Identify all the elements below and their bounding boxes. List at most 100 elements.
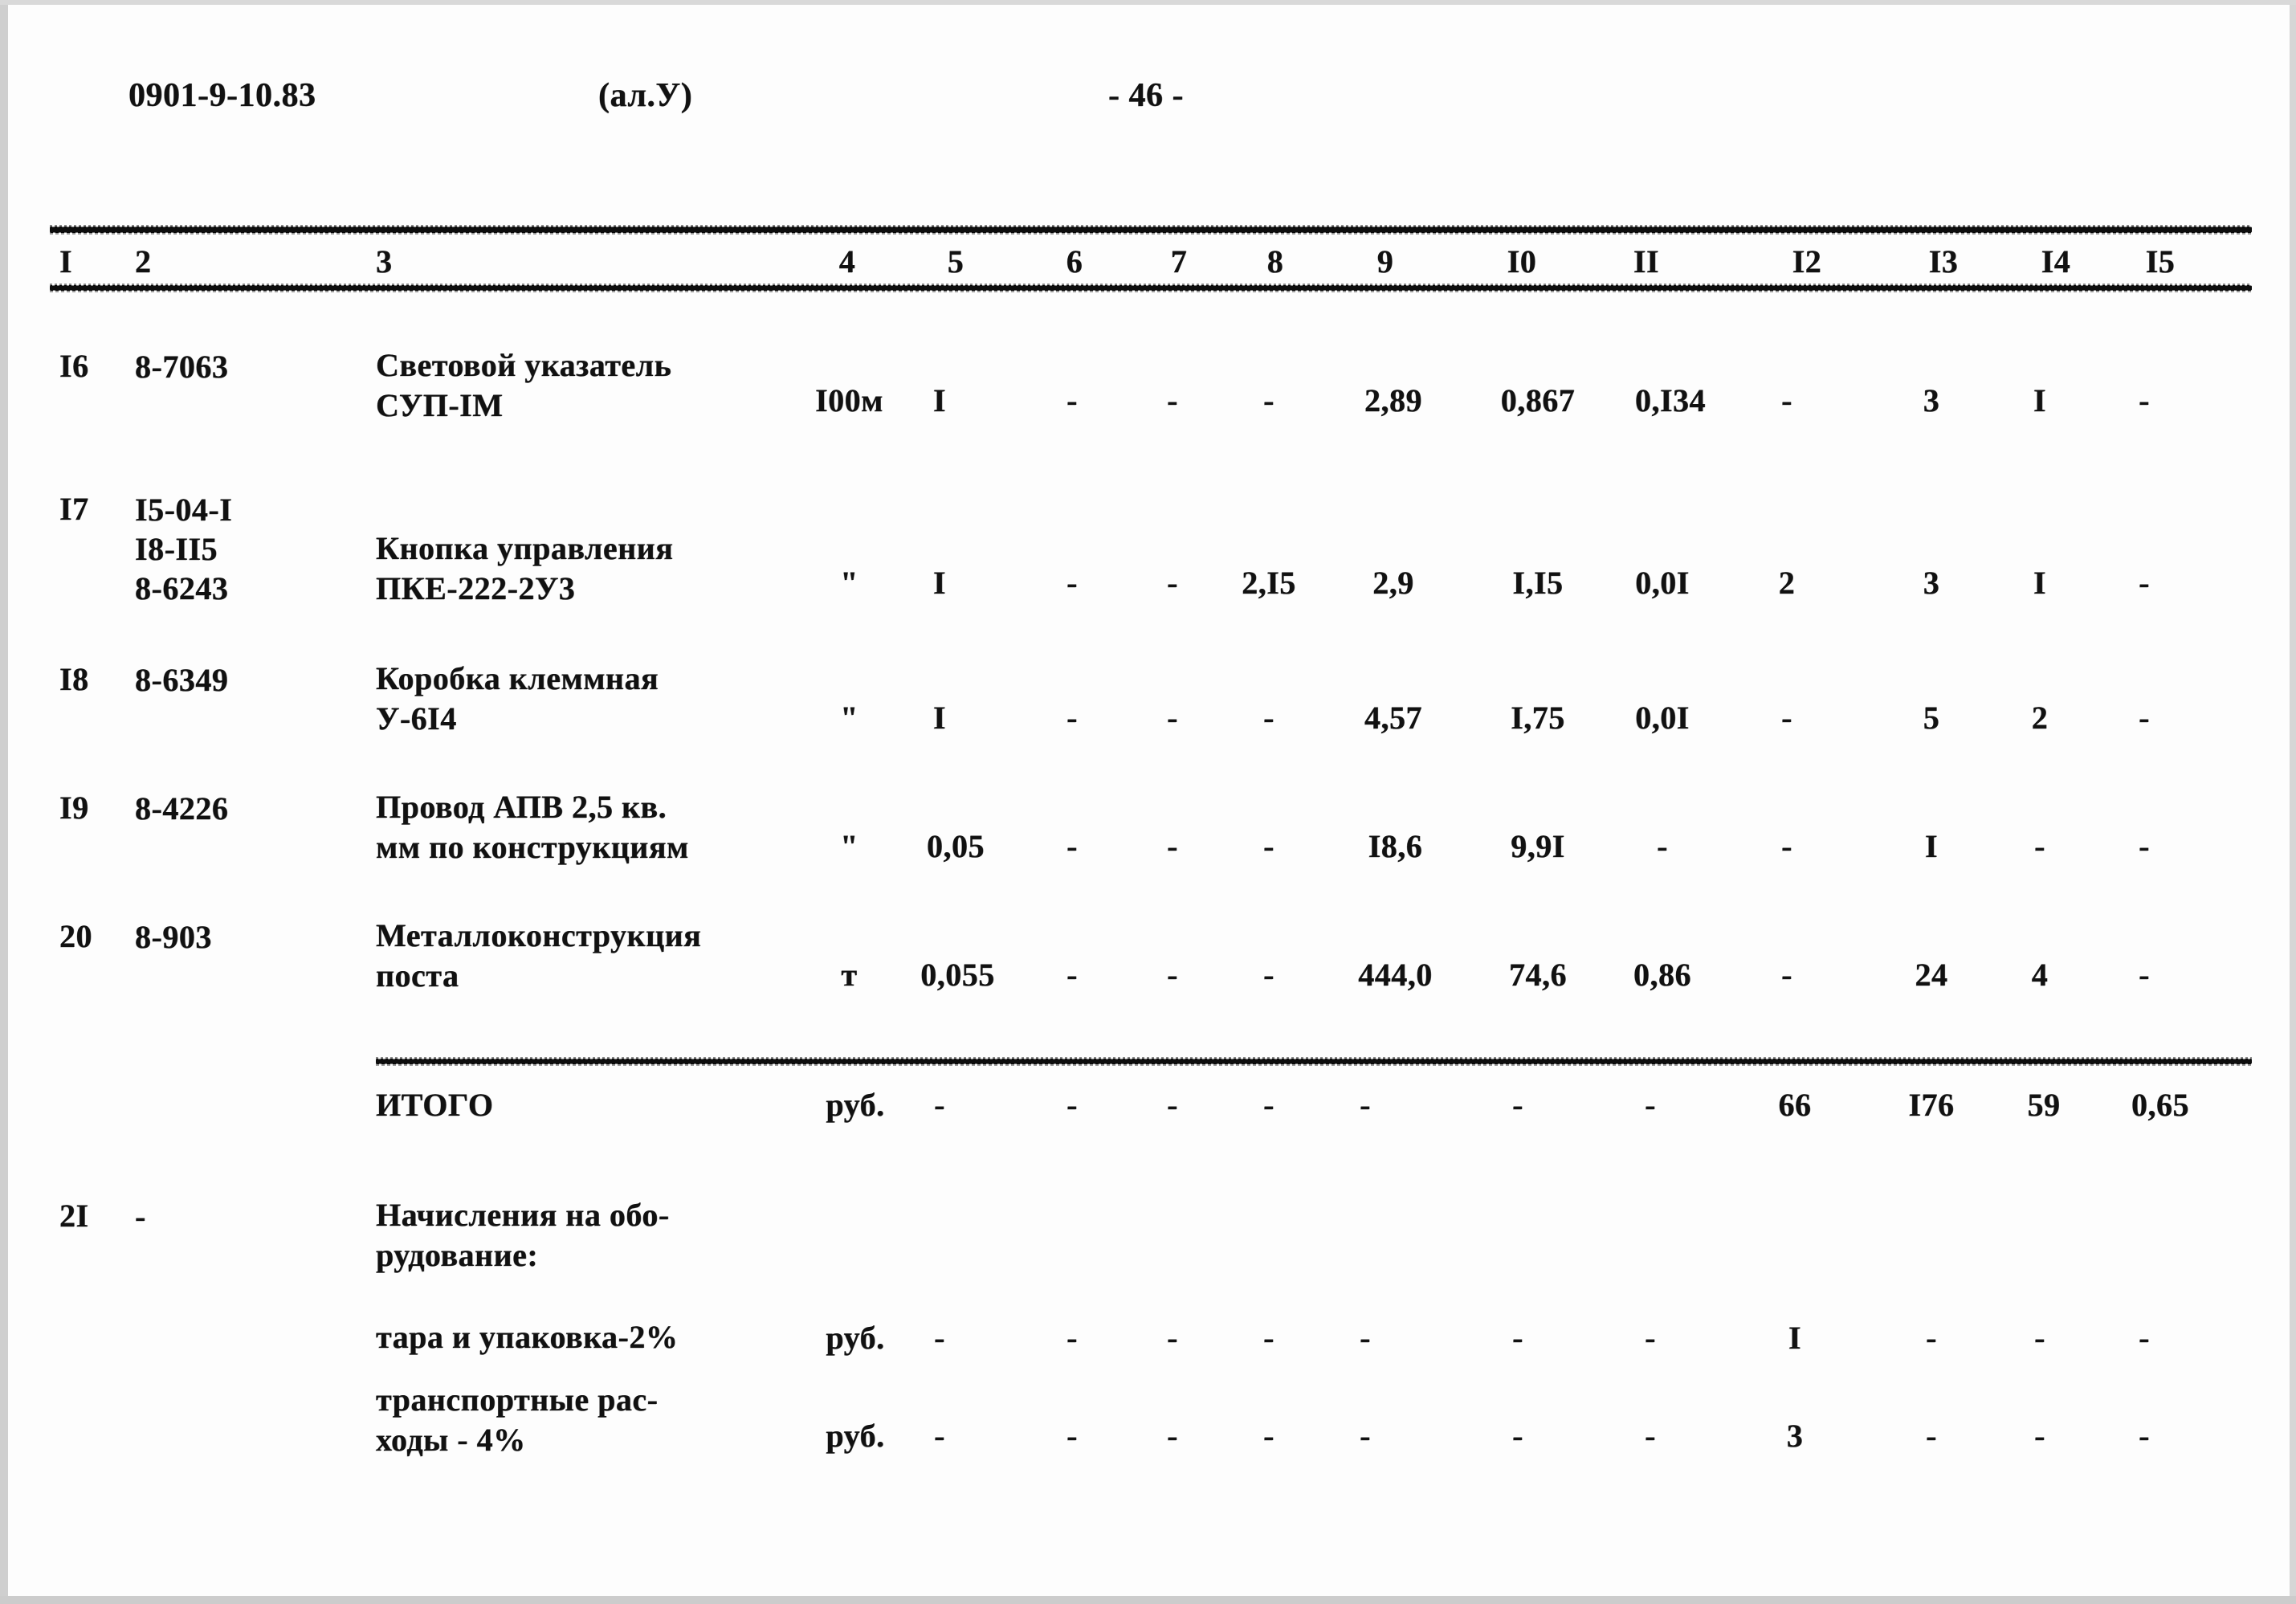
row-19-col-6: - (1066, 828, 1078, 864)
surcharge-1-col-12: I (1788, 1320, 1802, 1356)
row-17-col-12: 2 (1778, 565, 1796, 601)
surcharge-1-col-11: - (1645, 1320, 1656, 1356)
row-19-col-13: I (1924, 828, 1939, 864)
desc-line: мм по конструкциям (376, 829, 689, 865)
surcharge-1-col-4: руб. (826, 1320, 885, 1356)
col-header-6: 6 (1066, 243, 1083, 280)
table-row: I8 (59, 661, 89, 697)
total-col-12: 66 (1778, 1087, 1812, 1123)
total-col-15: 0,65 (2131, 1087, 2189, 1123)
desc-line: Кнопка управления (376, 530, 674, 566)
col-header-3: 3 (376, 243, 393, 280)
surcharge-2-col-10: - (1512, 1418, 1523, 1454)
row-16-col-10: 0,867 (1500, 382, 1576, 418)
surcharge-line-2-label: транспортные рас- ходы - 4% (376, 1380, 874, 1460)
desc-line: поста (376, 957, 459, 994)
document-page: 0901-9-10.83 (ал.У) - 46 - I 2 3 4 5 6 7… (0, 0, 2296, 1604)
row-18-col-4: " (840, 700, 858, 736)
surcharge-1-col-14: - (2034, 1320, 2045, 1356)
row-description-18: Коробка клеммная У-6I4 (376, 659, 826, 739)
table-row: I6 (59, 348, 89, 384)
col-header-11: II (1633, 243, 1660, 280)
row-19-col-10: 9,9I (1511, 828, 1565, 864)
row-20-col-8: - (1263, 957, 1274, 993)
row-17-col-4: " (840, 565, 858, 601)
row-18-col-6: - (1066, 700, 1078, 736)
code-line: I8-II5 (135, 531, 218, 567)
code-line: 8-6243 (135, 570, 229, 606)
surcharge-1-col-13: - (1926, 1320, 1937, 1356)
row-16-col-4: I00м (815, 382, 883, 418)
row-18-col-15: - (2139, 700, 2150, 736)
row-16-col-15: - (2139, 382, 2150, 418)
col-header-10: I0 (1507, 243, 1537, 280)
row-16-col-8: - (1263, 382, 1274, 418)
row-20-col-9: 444,0 (1358, 957, 1433, 993)
row-20-col-13: 24 (1915, 957, 1948, 993)
surcharge-2-col-5: - (934, 1418, 945, 1454)
row-18-col-5: I (932, 700, 947, 736)
table-row: 20 (59, 918, 92, 954)
row-16-col-7: - (1167, 382, 1178, 418)
surcharge-1-col-10: - (1512, 1320, 1523, 1356)
total-col-13: I76 (1908, 1087, 1955, 1123)
row-16-col-13: 3 (1923, 382, 1940, 418)
surcharge-title: Начисления на обо- рудование: (376, 1195, 826, 1275)
surcharge-2-col-15: - (2139, 1418, 2150, 1454)
desc-line: Провод АПВ 2,5 кв. (376, 789, 667, 825)
row-17-col-15: - (2139, 565, 2150, 601)
row-description-16: Световой указатель СУП-IМ (376, 345, 826, 426)
row-18-col-11: 0,0I (1635, 700, 1690, 736)
surcharge-2-col-8: - (1263, 1418, 1274, 1454)
col-header-8: 8 (1266, 243, 1284, 280)
col-header-5: 5 (947, 243, 964, 280)
table-row: I7 (59, 491, 89, 527)
row-20-col-11: 0,86 (1633, 957, 1691, 993)
desc-line: У-6I4 (376, 700, 457, 737)
total-label: ИТОГО (376, 1087, 494, 1123)
desc-line: транспортные рас- (376, 1382, 659, 1418)
row-description-17: Кнопка управления ПКЕ-222-2У3 (376, 529, 826, 609)
row-19-col-8: - (1263, 828, 1274, 864)
row-20-col-6: - (1066, 957, 1078, 993)
row-18-col-14: 2 (2031, 700, 2049, 736)
surcharge-row-number: 2I (59, 1198, 89, 1234)
col-header-4: 4 (838, 243, 856, 280)
total-col-4: руб. (826, 1087, 885, 1123)
col-header-9: 9 (1376, 243, 1394, 280)
row-18-col-13: 5 (1923, 700, 1940, 736)
row-17-col-14: I (2033, 565, 2047, 601)
desc-line: Начисления на обо- (376, 1197, 670, 1233)
row-17-col-9: 2,9 (1372, 565, 1414, 601)
surcharge-1-col-6: - (1066, 1320, 1078, 1356)
row-18-col-12: - (1781, 700, 1792, 736)
surcharge-2-col-12: 3 (1786, 1418, 1804, 1454)
row-17-col-10: I,I5 (1512, 565, 1564, 601)
row-18-col-9: 4,57 (1364, 700, 1422, 736)
row-16-col-5: I (932, 382, 947, 418)
row-description-20: Металлоконструкция поста (376, 916, 826, 996)
total-col-5: - (934, 1087, 945, 1123)
row-20-col-14: 4 (2031, 957, 2049, 993)
col-header-1: I (59, 243, 73, 280)
total-col-10: - (1512, 1087, 1523, 1123)
code-line: I5-04-I (135, 492, 233, 528)
surcharge-1-col-8: - (1263, 1320, 1274, 1356)
row-19-col-15: - (2139, 828, 2150, 864)
row-18-col-8: - (1263, 700, 1274, 736)
row-20-col-15: - (2139, 957, 2150, 993)
total-col-11: - (1645, 1087, 1656, 1123)
desc-line: СУП-IМ (376, 387, 504, 423)
row-19-col-7: - (1167, 828, 1178, 864)
surcharge-2-col-9: - (1360, 1418, 1371, 1454)
col-header-13: I3 (1928, 243, 1959, 280)
total-col-9: - (1360, 1087, 1371, 1123)
row-code-18: 8-6349 (135, 662, 229, 698)
row-17-col-7: - (1167, 565, 1178, 601)
row-17-col-5: I (932, 565, 947, 601)
desc-line: ходы - 4% (376, 1422, 526, 1458)
row-19-col-5: 0,05 (927, 828, 985, 864)
row-19-col-11: - (1657, 828, 1668, 864)
col-header-15: I5 (2145, 243, 2176, 280)
surcharge-2-col-4: руб. (826, 1418, 885, 1454)
